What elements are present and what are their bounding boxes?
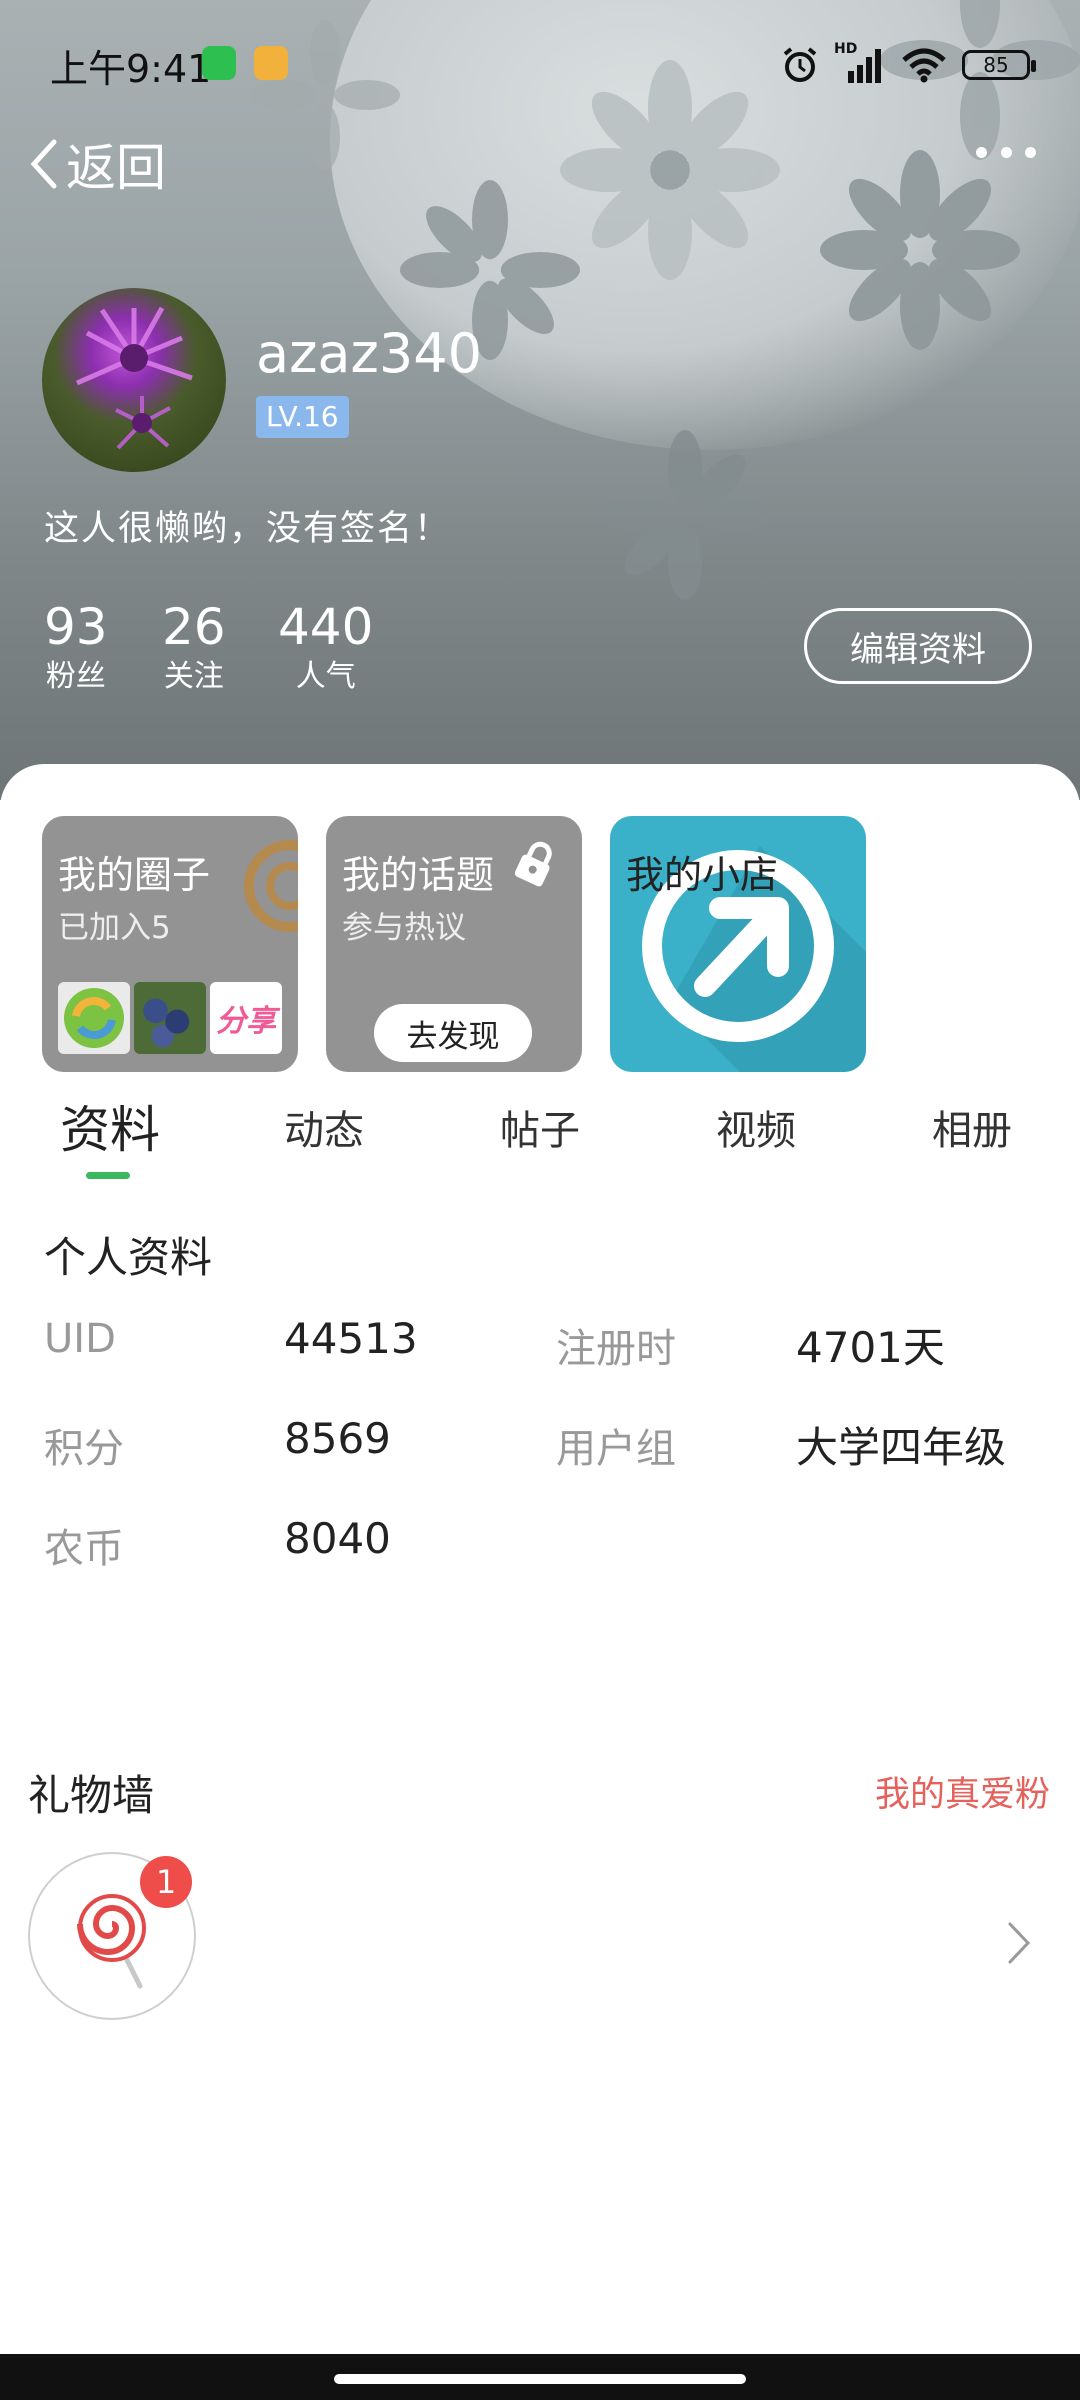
coins-label: 农币 xyxy=(44,1526,124,1572)
card-title: 我的话题 xyxy=(342,853,495,897)
status-icons: HD 85 xyxy=(780,40,1036,90)
uid-label: UID xyxy=(44,1316,116,1362)
stat-fans[interactable]: 93 粉丝 xyxy=(44,598,108,698)
level-badge: LV.16 xyxy=(256,396,349,438)
flower-decoration-icon xyxy=(600,430,770,600)
cell-signal-icon: HD xyxy=(834,41,886,85)
card-subtitle: 参与热议 xyxy=(342,910,466,946)
coins-value: 8040 xyxy=(284,1514,391,1563)
stat-value: 440 xyxy=(278,598,374,656)
uid-value: 44513 xyxy=(284,1314,418,1363)
lock-icon xyxy=(514,841,552,887)
section-title: 个人资料 xyxy=(44,1233,213,1282)
usergroup-label: 用户组 xyxy=(556,1426,676,1472)
my-topics-card[interactable]: 我的话题 参与热议 去发现 xyxy=(326,816,582,1072)
gift-count-badge: 1 xyxy=(140,1856,192,1908)
chevron-right-icon[interactable] xyxy=(1004,1916,1034,1970)
flower-decoration-icon xyxy=(820,150,1020,350)
discover-button[interactable]: 去发现 xyxy=(374,1004,532,1062)
register-value: 4701天 xyxy=(796,1323,945,1372)
back-label: 返回 xyxy=(66,139,166,197)
dot-icon xyxy=(1025,146,1036,158)
avatar[interactable] xyxy=(42,288,226,472)
chevron-left-icon xyxy=(30,139,57,189)
stat-label: 关注 xyxy=(163,659,224,694)
points-label: 积分 xyxy=(44,1426,124,1472)
circle-thumb-refresh xyxy=(58,982,130,1054)
tab-profile[interactable]: 资料 xyxy=(60,1090,160,1162)
points-value: 8569 xyxy=(284,1414,391,1463)
stat-label: 粉丝 xyxy=(45,659,106,694)
edit-profile-button[interactable]: 编辑资料 xyxy=(804,608,1032,684)
circle-thumb-blueberry xyxy=(134,982,206,1054)
true-fans-link[interactable]: 我的真爱粉 xyxy=(875,1766,1050,1817)
my-shop-card[interactable]: 我的小店 xyxy=(610,816,866,1072)
stat-value: 93 xyxy=(44,598,108,656)
more-options-button[interactable] xyxy=(976,142,1036,162)
stat-popularity[interactable]: 440 人气 xyxy=(278,598,373,698)
circle-thumb-share: 分享 xyxy=(210,982,282,1054)
files-icon xyxy=(254,46,288,80)
status-time: 上午9:41 xyxy=(50,47,212,91)
refresh-icon xyxy=(64,988,124,1048)
username: azaz340 xyxy=(256,322,482,385)
active-tab-indicator xyxy=(86,1172,130,1179)
gift-wall-title: 礼物墙 xyxy=(28,1771,155,1820)
wechat-icon xyxy=(202,46,236,80)
tab-posts[interactable]: 帖子 xyxy=(500,1098,580,1156)
card-subtitle: 已加入5 xyxy=(58,910,171,946)
battery-icon: 85 xyxy=(962,50,1036,80)
home-indicator[interactable] xyxy=(334,2374,746,2384)
profile-tabs: 资料 动态 帖子 视频 相册 xyxy=(0,1090,1080,1180)
circle-logo-icon xyxy=(244,840,298,932)
stat-value: 26 xyxy=(162,598,226,656)
dot-icon xyxy=(1000,146,1012,158)
tab-videos[interactable]: 视频 xyxy=(716,1098,796,1156)
my-circles-card[interactable]: 我的圈子 已加入5 分享 xyxy=(42,816,298,1072)
dot-icon xyxy=(976,146,987,158)
signature-text: 这人很懒哟，没有签名！ xyxy=(44,509,452,549)
card-title: 我的小店 xyxy=(626,853,779,897)
back-button[interactable]: 返回 xyxy=(26,128,166,200)
tab-albums[interactable]: 相册 xyxy=(932,1098,1012,1156)
alarm-icon xyxy=(783,47,817,82)
status-bar: 上午9:41 HD 85 xyxy=(0,0,1080,130)
tab-activity[interactable]: 动态 xyxy=(284,1098,364,1156)
stat-following[interactable]: 26 关注 xyxy=(162,598,226,698)
card-title: 我的圈子 xyxy=(58,853,211,897)
usergroup-value: 大学四年级 xyxy=(796,1423,1007,1472)
stat-label: 人气 xyxy=(295,659,356,694)
wifi-icon xyxy=(902,48,946,83)
register-label: 注册时 xyxy=(556,1326,676,1372)
